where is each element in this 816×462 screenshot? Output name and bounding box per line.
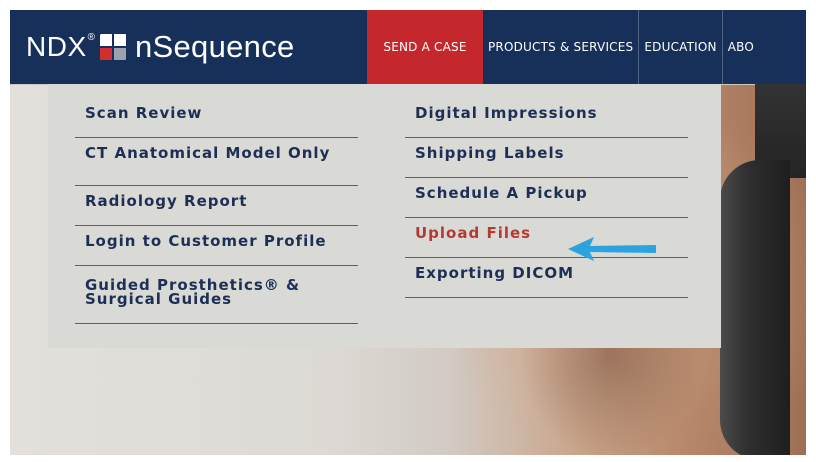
nav-send-a-case[interactable]: SEND A CASE	[367, 10, 483, 84]
nav-education[interactable]: EDUCATION	[639, 10, 723, 84]
browser-viewport: NDX ® nSequence SEND A CASE PRODUCTS & S…	[10, 10, 806, 455]
send-a-case-dropdown: Scan Review CT Anatomical Model Only Rad…	[48, 84, 721, 348]
menu-item-ct-anatomical-model[interactable]: CT Anatomical Model Only	[75, 138, 358, 186]
logo-registered-mark: ®	[87, 31, 95, 43]
dropdown-left-column: Scan Review CT Anatomical Model Only Rad…	[75, 98, 358, 324]
left-arrow-icon	[568, 237, 656, 261]
nav-products-services[interactable]: PRODUCTS & SERVICES	[483, 10, 640, 84]
site-logo[interactable]: NDX ® nSequence	[26, 29, 295, 64]
site-header: NDX ® nSequence SEND A CASE PRODUCTS & S…	[10, 10, 806, 84]
logo-brand-text: nSequence	[135, 29, 295, 64]
main-nav: SEND A CASE PRODUCTS & SERVICES EDUCATIO…	[367, 10, 759, 84]
ndx-cross-logo-icon	[97, 31, 129, 63]
menu-item-schedule-pickup[interactable]: Schedule A Pickup	[405, 178, 688, 218]
menu-item-login-customer-profile[interactable]: Login to Customer Profile	[75, 226, 358, 266]
hero-headset-visor	[720, 160, 790, 455]
menu-item-guided-prosthetics[interactable]: Guided Prosthetics® & Surgical Guides	[75, 266, 358, 324]
logo-ndx-text: NDX	[26, 31, 87, 62]
menu-item-digital-impressions[interactable]: Digital Impressions	[405, 98, 688, 138]
menu-item-radiology-report[interactable]: Radiology Report	[75, 186, 358, 226]
menu-item-scan-review[interactable]: Scan Review	[75, 98, 358, 138]
menu-item-shipping-labels[interactable]: Shipping Labels	[405, 138, 688, 178]
nav-about[interactable]: ABO	[723, 10, 759, 84]
dropdown-right-column: Digital Impressions Shipping Labels Sche…	[405, 98, 688, 298]
menu-item-exporting-dicom[interactable]: Exporting DICOM	[405, 258, 688, 298]
